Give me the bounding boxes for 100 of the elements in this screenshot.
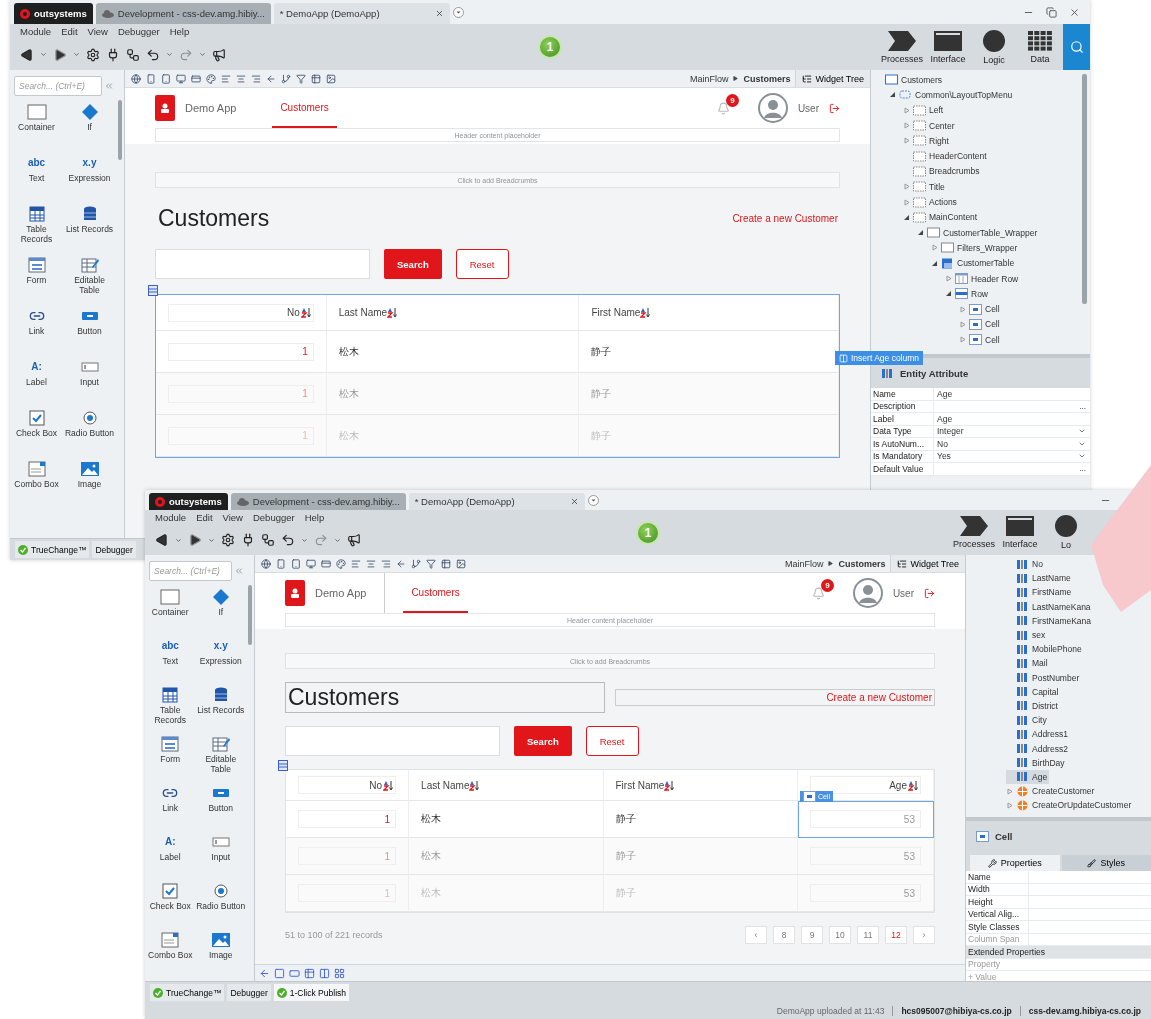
menu-item[interactable]: Edit [57, 26, 82, 37]
column-header[interactable]: First Name [591, 307, 641, 318]
tree-item[interactable]: BirthDay [1006, 755, 1067, 770]
palette-item[interactable]: x.y Expression [195, 636, 246, 685]
tree-item[interactable]: District [1006, 698, 1060, 714]
palette-item[interactable]: Combo Box [145, 930, 196, 979]
palette-item[interactable]: Table Records [10, 204, 63, 255]
column-header[interactable]: First Name [615, 779, 665, 791]
palette-item[interactable]: abc Text [10, 153, 63, 204]
tree-item[interactable]: MainContent [903, 209, 980, 225]
menu-item[interactable]: Help [165, 26, 194, 37]
palette-item[interactable]: Combo Box [10, 459, 63, 510]
tree-item[interactable]: sex [1006, 627, 1048, 643]
tree-item[interactable]: HeaderContent [903, 148, 989, 164]
palette-item[interactable]: Table Records [145, 685, 196, 734]
palette-item[interactable]: Button [63, 306, 116, 357]
area-tab[interactable]: Interface [997, 510, 1043, 555]
properties-tab[interactable]: Styles [1061, 855, 1151, 871]
column-header[interactable]: No [369, 779, 383, 791]
tree-item[interactable]: FirstNameKana [1006, 613, 1094, 628]
reset-button[interactable]: Reset [455, 249, 509, 279]
breadcrumb-link[interactable]: MainFlow [784, 558, 824, 569]
column-header[interactable]: Last Name [338, 307, 388, 318]
tree-item[interactable]: CreateOrUpdateCustomer [1006, 798, 1134, 813]
area-tab[interactable]: Processes [879, 24, 925, 70]
tree-item[interactable]: Right [903, 133, 951, 149]
bottom-tab[interactable]: Debugger [92, 541, 136, 558]
area-tab[interactable]: Processes [951, 510, 997, 555]
page-button[interactable]: › [913, 926, 935, 944]
page-button[interactable]: 11 [857, 926, 879, 944]
window-tab[interactable]: Development - css-dev.amg.hibiy... [95, 3, 271, 24]
search-button[interactable]: Search [384, 249, 442, 279]
menu-item[interactable]: Module [16, 26, 56, 37]
tree-item[interactable]: Row [945, 286, 990, 302]
column-header[interactable]: No [286, 307, 300, 318]
more-button[interactable]: ... [1079, 401, 1086, 411]
palette-item[interactable]: Form [145, 734, 196, 783]
palette-item[interactable]: Button [195, 783, 246, 832]
page-button[interactable]: 10 [829, 926, 851, 944]
bottom-tab[interactable]: 1-Click Publish [273, 984, 349, 1001]
palette-item[interactable]: x.y Expression [63, 153, 116, 204]
menu-item[interactable]: Debugger [248, 512, 299, 523]
page-button[interactable]: 12 [885, 926, 907, 944]
page-button[interactable]: 8 [773, 926, 795, 944]
window-tab[interactable]: Development - css-dev.amg.hibiy... [230, 493, 406, 510]
area-tab[interactable]: Lo [1043, 510, 1089, 555]
palette-item[interactable]: List Records [195, 685, 246, 734]
tree-item[interactable]: Address1 [1006, 727, 1070, 742]
palette-item[interactable]: A: Label [145, 832, 196, 881]
menu-item[interactable]: View [83, 26, 112, 37]
palette-item[interactable]: Radio Button [63, 408, 116, 459]
reset-button[interactable]: Reset [585, 726, 639, 756]
tree-item[interactable]: Capital [1006, 684, 1061, 699]
properties-tab[interactable]: Properties [970, 855, 1060, 871]
palette-item[interactable]: Image [63, 459, 116, 510]
palette-item[interactable]: Input [195, 832, 246, 881]
tree-item[interactable]: Breadcrumbs [903, 163, 982, 180]
menu-item[interactable]: Edit [192, 512, 217, 523]
search-field[interactable]: Search... (Ctrl+E) [149, 561, 232, 581]
tree-item[interactable]: Left [903, 102, 946, 118]
bottom-tab[interactable]: Debugger [227, 984, 271, 1001]
area-tab[interactable]: Data [1017, 24, 1063, 70]
menu-item[interactable]: View [218, 512, 247, 523]
menu-item[interactable]: Help [300, 512, 329, 523]
breadcrumb-link[interactable]: MainFlow [689, 73, 729, 84]
create-link[interactable]: Create a new Customer [615, 689, 935, 706]
tree-item[interactable]: FirstName [1006, 585, 1074, 600]
palette-item[interactable]: Radio Button [195, 881, 246, 930]
column-header[interactable]: Age [889, 779, 907, 791]
tree-item[interactable]: Actions [903, 194, 959, 210]
tree-item[interactable]: Common\LayoutTopMenu [889, 87, 1015, 103]
widget-tree-tab[interactable]: Widget Tree [795, 70, 870, 87]
tree-item[interactable]: LastNameKana [1006, 599, 1093, 614]
window-tab[interactable]: outsystems [149, 493, 228, 510]
tree-item[interactable]: Filters_Wrapper [931, 240, 1020, 256]
palette-item[interactable]: Input [63, 357, 116, 408]
tree-item[interactable]: No [1006, 557, 1045, 572]
area-tab[interactable]: Interface [925, 24, 971, 70]
more-button[interactable]: ... [1079, 464, 1086, 474]
tree-item[interactable]: Age [1006, 769, 1050, 784]
palette-item[interactable]: Link [10, 306, 63, 357]
tree-item[interactable]: Header Row [945, 270, 1021, 287]
search-field[interactable]: Search... (Ctrl+E) [14, 76, 102, 96]
tree-item[interactable]: Address2 [1006, 741, 1070, 756]
tree-item[interactable]: LastName [1006, 571, 1073, 586]
tree-item[interactable]: CustomerTable_Wrapper [917, 224, 1040, 241]
palette-item[interactable]: If [63, 102, 116, 153]
page-button[interactable]: 9 [801, 926, 823, 944]
palette-item[interactable]: Editable Table [195, 734, 246, 783]
palette-item[interactable]: Container [10, 102, 63, 153]
menu-item[interactable]: Debugger [113, 26, 164, 37]
search-button[interactable]: Search [514, 726, 572, 756]
tree-item[interactable]: CustomerTable [931, 255, 1017, 271]
tree-item[interactable]: Title [903, 179, 947, 195]
palette-item[interactable]: List Records [63, 204, 116, 255]
tree-item[interactable]: CreateCustomer [1006, 784, 1097, 799]
window-tab[interactable]: outsystems [14, 3, 93, 24]
palette-item[interactable]: Check Box [145, 881, 196, 930]
palette-item[interactable]: A: Label [10, 357, 63, 408]
tree-item[interactable]: Cell [959, 332, 1002, 348]
